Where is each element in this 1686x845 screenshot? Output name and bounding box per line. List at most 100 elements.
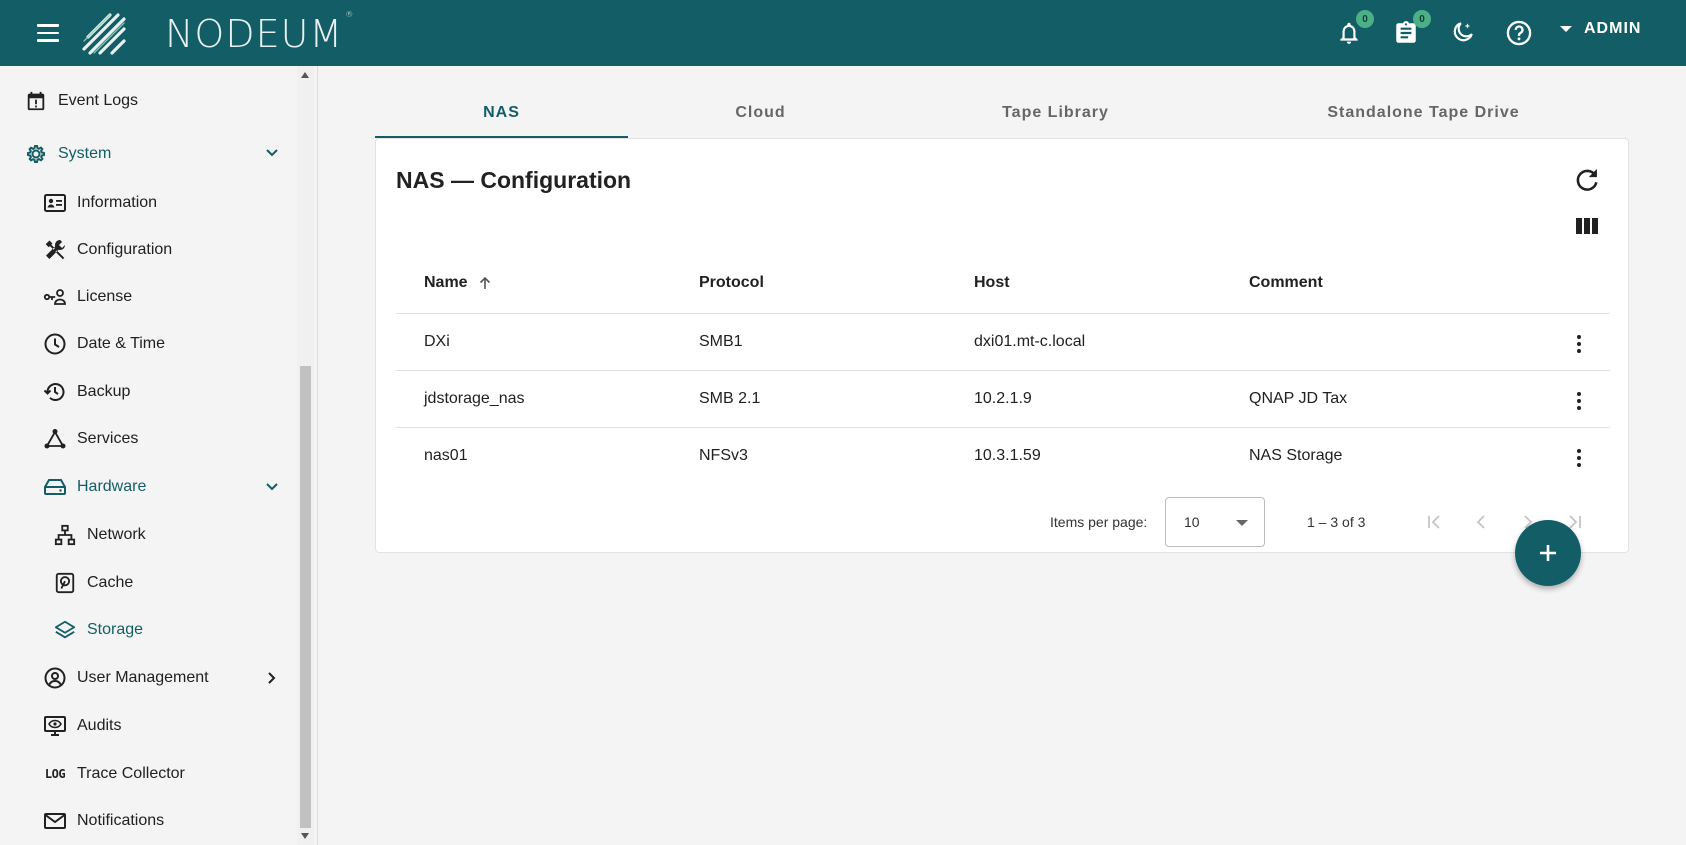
calendar-alert-icon xyxy=(24,89,48,113)
sidebar-item-hardware[interactable]: Hardware xyxy=(43,472,146,502)
sidebar-item-storage[interactable]: Storage xyxy=(53,615,143,645)
scroll-down-arrow-icon[interactable] xyxy=(301,833,309,839)
sidebar-item-label: Trace Collector xyxy=(77,765,185,782)
user-menu[interactable]: ADMIN xyxy=(1560,20,1641,38)
sidebar-item-backup[interactable]: Backup xyxy=(43,377,130,407)
sidebar-item-label: Event Logs xyxy=(58,92,139,109)
theme-moon-icon[interactable] xyxy=(1447,18,1477,48)
cell-comment xyxy=(1221,313,1511,371)
plus-icon xyxy=(1540,545,1556,561)
mail-icon xyxy=(43,809,67,833)
sidebar-item-label: Cache xyxy=(87,574,134,591)
nodeum-logo-icon xyxy=(82,13,126,55)
sidebar-item-network[interactable]: Network xyxy=(53,520,146,550)
cell-actions xyxy=(1511,427,1610,484)
log-icon: LOG xyxy=(44,767,66,781)
refresh-icon[interactable] xyxy=(1573,166,1601,194)
sidebar-item-trace-collector[interactable]: LOG Trace Collector xyxy=(43,759,185,789)
more-vert-icon[interactable] xyxy=(1569,388,1589,414)
sidebar-item-label: Services xyxy=(77,430,139,447)
cell-name: DXi xyxy=(396,313,671,371)
table-row[interactable]: DXi SMB1 dxi01.mt-c.local xyxy=(396,313,1610,371)
page-size-value: 10 xyxy=(1184,514,1200,530)
sidebar-scrollbar[interactable] xyxy=(297,66,314,845)
columns-icon[interactable] xyxy=(1574,214,1600,238)
tab-standalone-tape-drive[interactable]: Standalone Tape Drive xyxy=(1218,88,1629,138)
tab-cloud[interactable]: Cloud xyxy=(628,88,893,138)
cell-name: jdstorage_nas xyxy=(396,370,671,428)
sidebar-item-license[interactable]: License xyxy=(43,282,132,312)
table-row[interactable]: nas01 NFSv3 10.3.1.59 NAS Storage xyxy=(396,427,1610,484)
sidebar-item-label: Notifications xyxy=(77,812,165,829)
storage-tabs: NAS Cloud Tape Library Standalone Tape D… xyxy=(375,88,1629,138)
sidebar-item-label: User Management xyxy=(77,669,209,686)
previous-page-icon[interactable] xyxy=(1469,510,1493,534)
sidebar-item-notifications[interactable]: Notifications xyxy=(43,806,164,836)
clock-icon xyxy=(43,332,67,356)
clipboard-icon[interactable]: 0 xyxy=(1391,10,1431,48)
sidebar-item-event-logs[interactable]: Event Logs xyxy=(24,86,138,116)
scroll-up-arrow-icon[interactable] xyxy=(301,72,309,78)
sort-ascending-icon xyxy=(479,276,491,289)
sidebar-item-date-time[interactable]: Date & Time xyxy=(43,329,165,359)
tab-tape-library[interactable]: Tape Library xyxy=(893,88,1218,138)
sidebar-item-label: Storage xyxy=(87,621,144,638)
sidebar-item-cache[interactable]: Cache xyxy=(53,568,133,598)
cell-actions xyxy=(1511,370,1610,428)
sidebar-item-user-management[interactable]: User Management xyxy=(43,663,209,693)
services-graph-icon xyxy=(43,427,67,451)
sidebar-item-audits[interactable]: Audits xyxy=(43,711,121,741)
sidebar-item-label: System xyxy=(58,145,112,162)
nas-table: Name Protocol Host Comment DXi SMB1 dxi0… xyxy=(396,253,1610,484)
cell-host: 10.3.1.59 xyxy=(974,446,1041,464)
help-icon[interactable] xyxy=(1504,18,1534,48)
add-button[interactable] xyxy=(1515,520,1581,586)
table-row[interactable]: jdstorage_nas SMB 2.1 10.2.1.9 QNAP JD T… xyxy=(396,370,1610,428)
first-page-icon[interactable] xyxy=(1422,510,1446,534)
column-header-protocol[interactable]: Protocol xyxy=(671,253,946,314)
sidebar-item-label: Date & Time xyxy=(77,335,166,352)
tab-nas[interactable]: NAS xyxy=(375,88,628,138)
items-per-page-label: Items per page: xyxy=(1050,514,1148,530)
user-label: ADMIN xyxy=(1584,20,1642,37)
network-icon xyxy=(53,523,77,547)
column-header-label: Name xyxy=(424,273,468,291)
menu-icon[interactable] xyxy=(36,21,60,45)
more-vert-icon[interactable] xyxy=(1569,445,1589,471)
column-header-comment[interactable]: Comment xyxy=(1221,253,1511,314)
cell-protocol: SMB 2.1 xyxy=(671,370,946,428)
chevron-right-icon[interactable] xyxy=(265,671,279,685)
brand-wordmark: NODEUM ® xyxy=(165,10,354,56)
tools-icon xyxy=(43,238,67,262)
sidebar-item-label: Backup xyxy=(77,383,131,400)
cell-host: dxi01.mt-c.local xyxy=(946,313,1221,371)
column-header-name[interactable]: Name xyxy=(396,253,671,314)
dropdown-arrow-icon xyxy=(1236,520,1248,526)
column-header-actions xyxy=(1511,253,1610,314)
sidebar: Event Logs System Information Configurat… xyxy=(0,66,318,845)
user-circle-icon xyxy=(43,666,67,690)
column-header-host[interactable]: Host xyxy=(946,253,1221,314)
chevron-down-icon[interactable] xyxy=(265,146,279,160)
sidebar-item-configuration[interactable]: Configuration xyxy=(43,235,172,265)
id-card-icon xyxy=(43,191,67,215)
sidebar-item-information[interactable]: Information xyxy=(43,188,157,218)
monitor-eye-icon xyxy=(43,714,67,738)
chevron-down-icon[interactable] xyxy=(265,480,279,494)
sidebar-item-system[interactable]: System xyxy=(24,139,111,169)
hardware-icon xyxy=(43,475,67,499)
tasks-badge: 0 xyxy=(1413,10,1431,28)
card-title: NAS — Configuration xyxy=(396,167,632,193)
sidebar-item-label: Information xyxy=(77,194,158,211)
bell-icon[interactable]: 0 xyxy=(1334,10,1374,48)
sidebar-item-services[interactable]: Services xyxy=(43,424,138,454)
brand-name: NODEUM xyxy=(165,12,344,56)
page-range-label: 1 – 3 of 3 xyxy=(1307,514,1366,530)
sidebar-item-label: Configuration xyxy=(77,241,173,258)
page-size-select[interactable]: 10 xyxy=(1165,497,1265,547)
caret-down-icon xyxy=(1560,26,1572,32)
cell-comment: QNAP JD Tax xyxy=(1221,370,1511,428)
scroll-thumb[interactable] xyxy=(300,366,311,828)
cell-protocol: NFSv3 xyxy=(699,446,748,464)
more-vert-icon[interactable] xyxy=(1569,331,1589,357)
